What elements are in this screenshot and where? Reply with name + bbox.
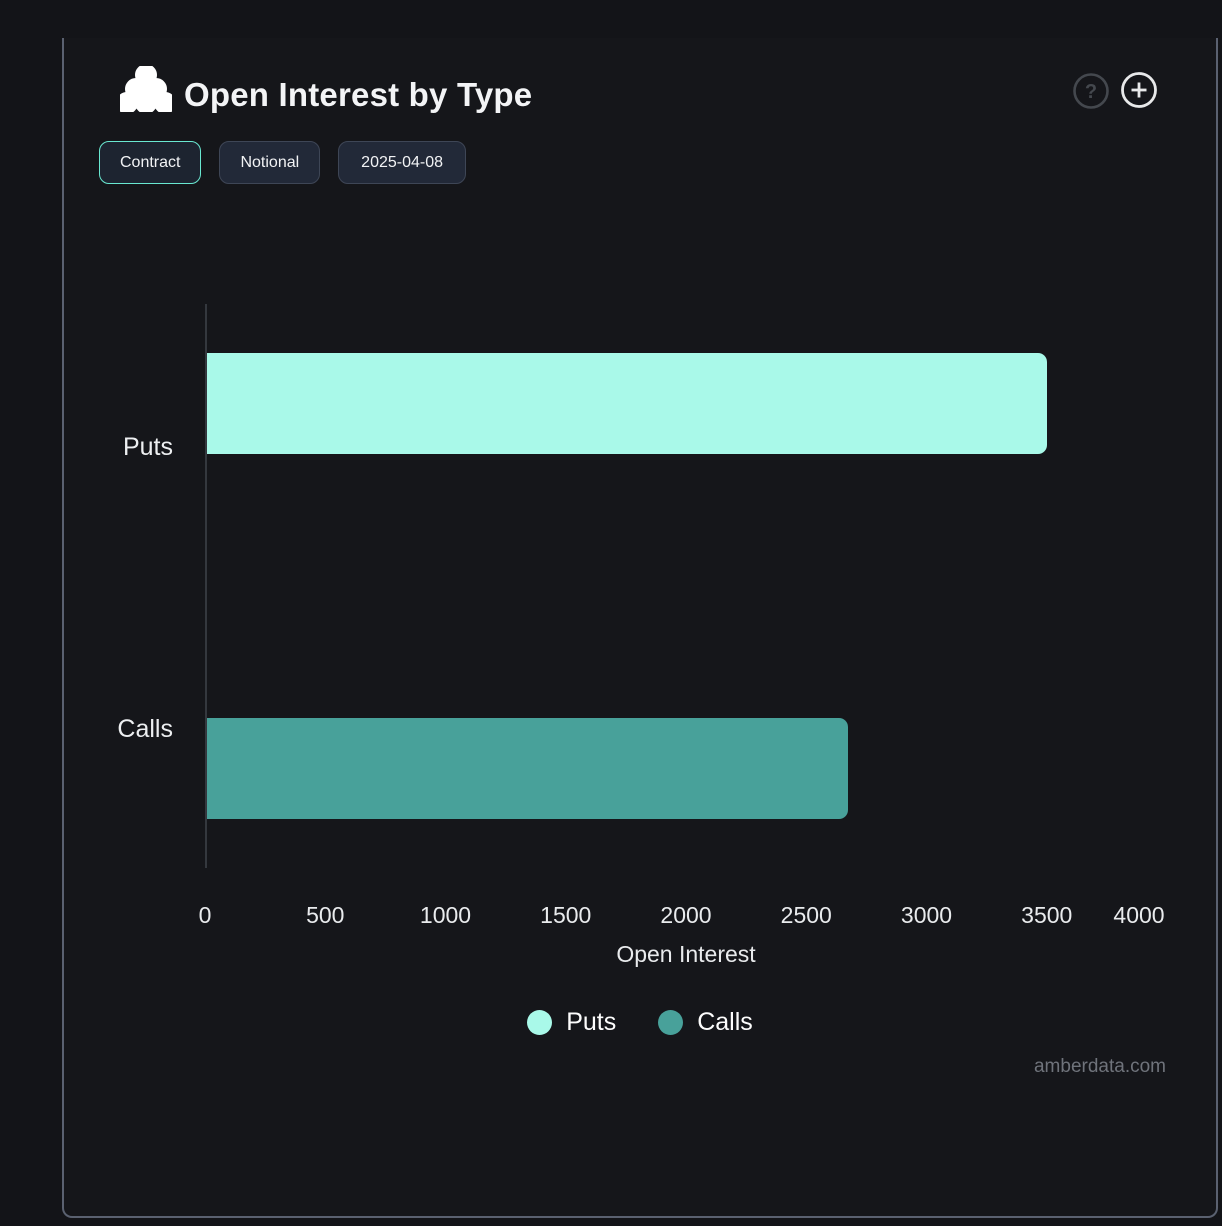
x-tick-3500: 3500 — [1021, 902, 1072, 929]
question-circle-icon: ? — [1072, 72, 1110, 110]
legend-item-calls[interactable]: Calls — [658, 1008, 753, 1037]
legend-dot-puts — [527, 1010, 552, 1035]
toolbar: Contract Notional 2025-04-08 — [99, 141, 466, 184]
bar-puts[interactable] — [207, 353, 1047, 454]
plus-circle-icon — [1120, 71, 1158, 109]
x-tick-3000: 3000 — [901, 902, 952, 929]
add-button[interactable] — [1120, 71, 1158, 109]
contract-toggle-button[interactable]: Contract — [99, 141, 201, 184]
x-tick-0: 0 — [199, 902, 212, 929]
x-axis-ticks: 05001000150020002500300035004000 — [205, 902, 1167, 930]
plot-area — [205, 304, 1167, 868]
page-title: Open Interest by Type — [184, 76, 532, 114]
x-tick-2500: 2500 — [781, 902, 832, 929]
x-axis-title: Open Interest — [205, 941, 1167, 968]
chart-card: Open Interest by Type ? Contract Notiona… — [62, 38, 1218, 1218]
x-tick-4000: 4000 — [1113, 902, 1164, 929]
y-category-label-calls: Calls — [64, 713, 173, 745]
svg-text:?: ? — [1085, 81, 1097, 103]
x-tick-1500: 1500 — [540, 902, 591, 929]
help-button[interactable]: ? — [1072, 72, 1110, 110]
y-category-label-puts: Puts — [64, 431, 173, 463]
legend-dot-calls — [658, 1010, 683, 1035]
legend: Puts Calls — [64, 1008, 1216, 1037]
legend-label-calls: Calls — [697, 1008, 753, 1037]
bar-calls[interactable] — [207, 718, 848, 819]
x-tick-2000: 2000 — [660, 902, 711, 929]
legend-item-puts[interactable]: Puts — [527, 1008, 616, 1037]
date-picker-button[interactable]: 2025-04-08 — [338, 141, 466, 184]
watermark: amberdata.com — [1034, 1056, 1166, 1078]
amberdata-molecule-icon — [120, 66, 172, 112]
x-tick-500: 500 — [306, 902, 344, 929]
legend-label-puts: Puts — [566, 1008, 616, 1037]
x-tick-1000: 1000 — [420, 902, 471, 929]
notional-toggle-button[interactable]: Notional — [219, 141, 320, 184]
